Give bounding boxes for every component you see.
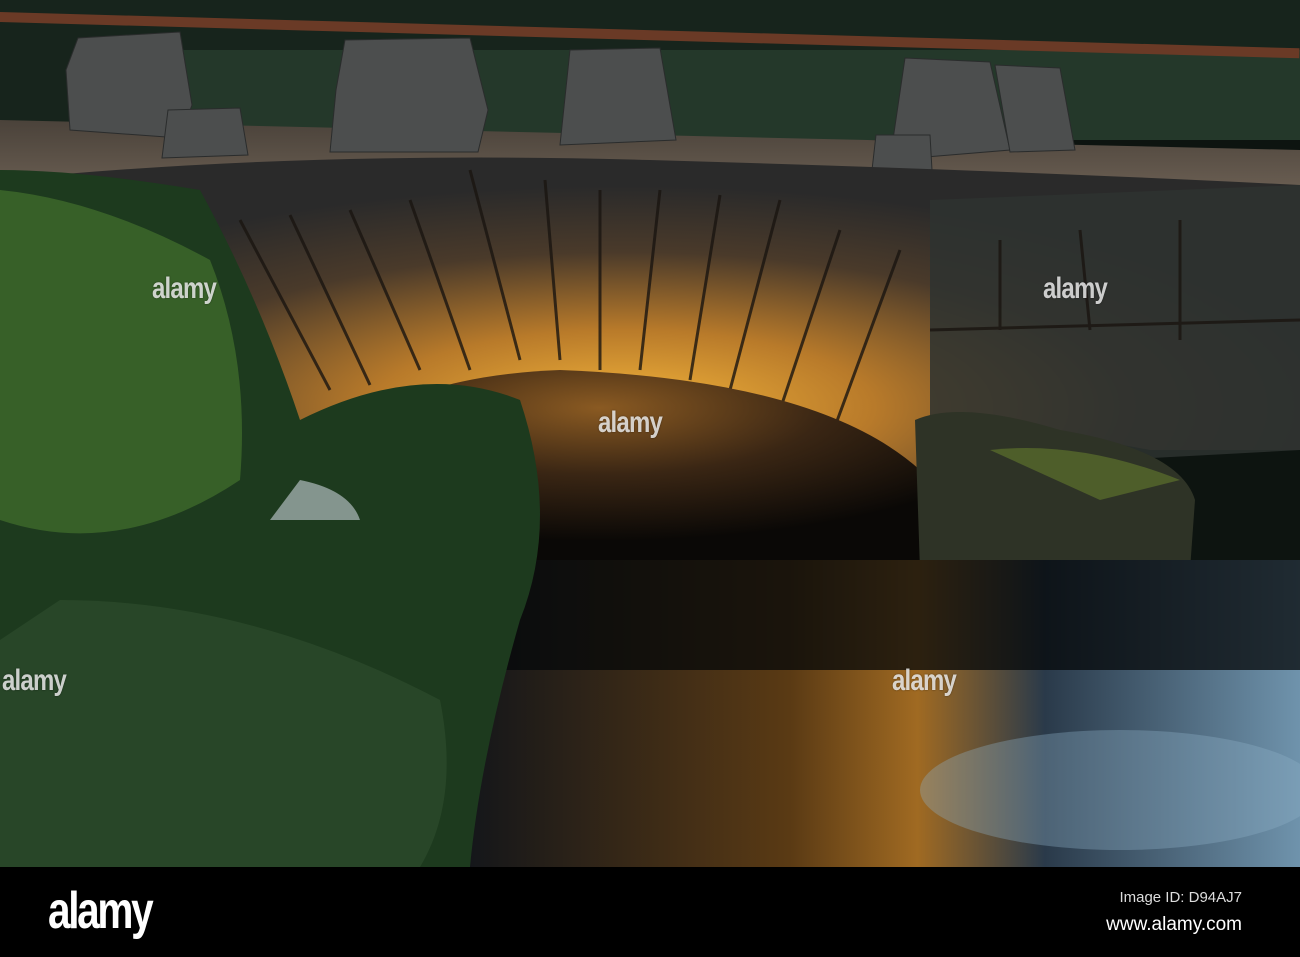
- footer-bar: alamy Image ID: D94AJ7 www.alamy.com: [0, 867, 1300, 957]
- watermark: alamy: [598, 406, 663, 439]
- watermark: alamy: [892, 664, 957, 697]
- watermark: alamy: [152, 272, 217, 305]
- alamy-logo: alamy: [48, 882, 154, 940]
- watermark: alamy: [1043, 272, 1108, 305]
- website-link[interactable]: www.alamy.com: [1106, 914, 1242, 936]
- watermark: alamy: [2, 664, 67, 697]
- image-id: Image ID: D94AJ7: [1119, 889, 1242, 906]
